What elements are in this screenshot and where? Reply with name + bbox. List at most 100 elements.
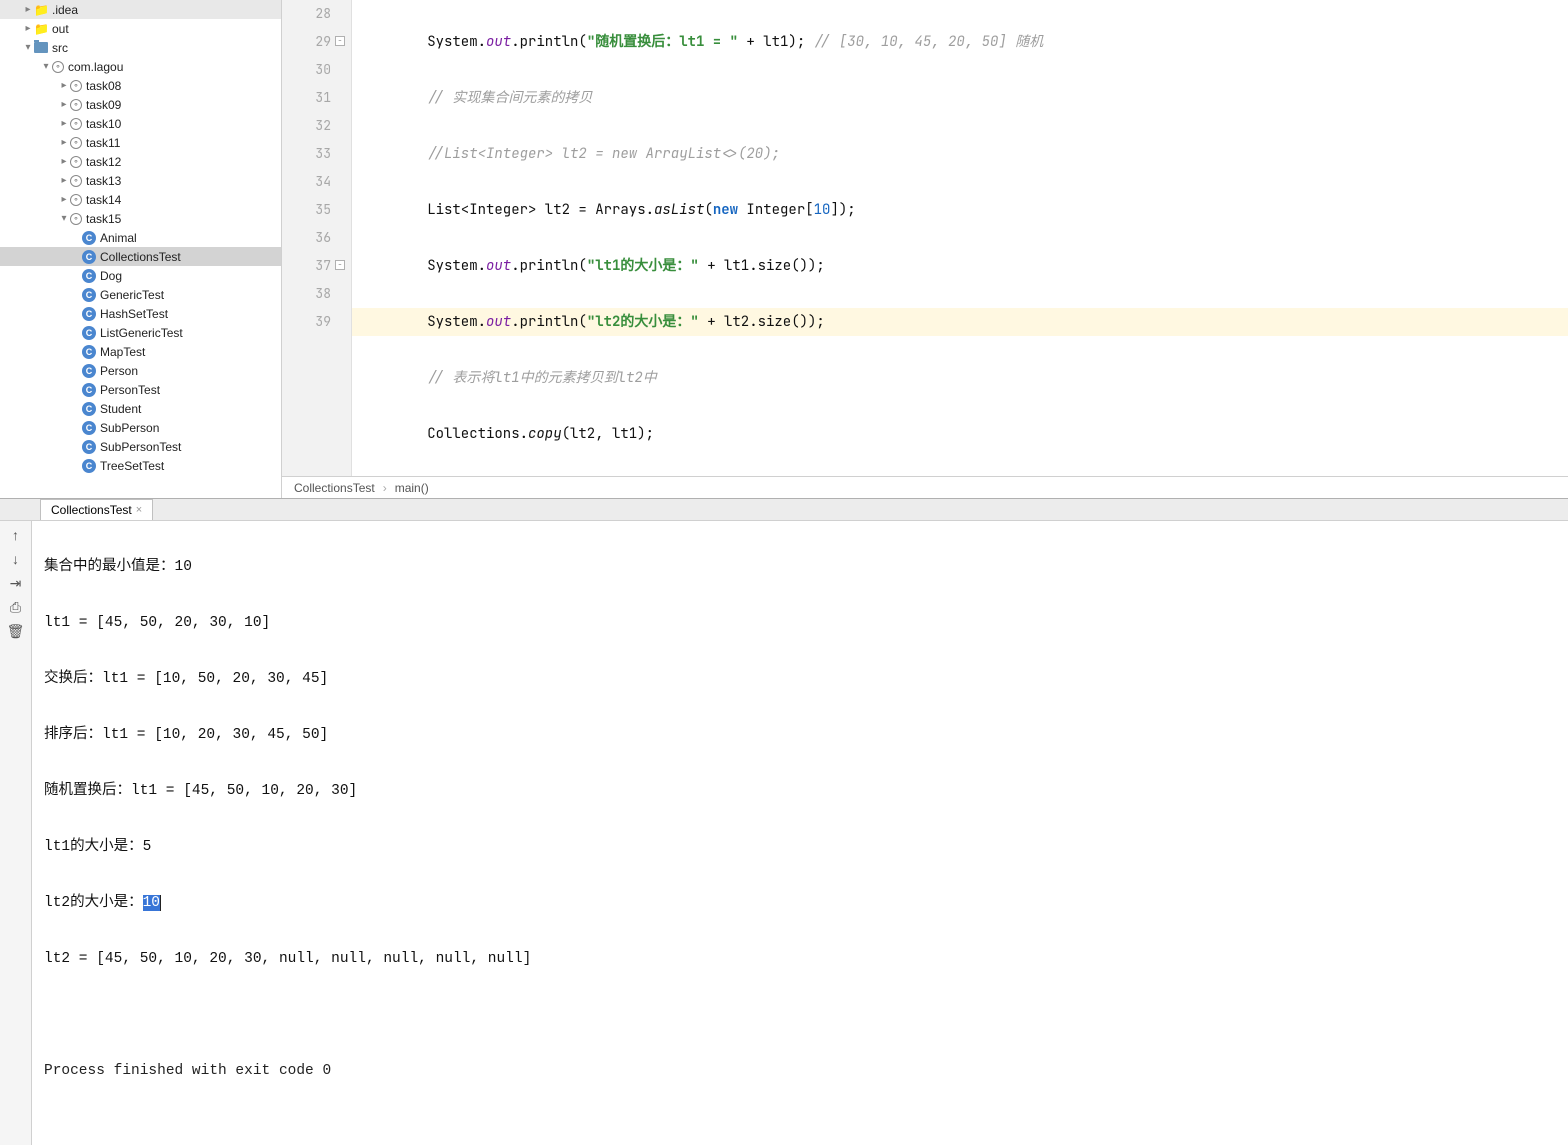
gutter-line: 32 [282,112,331,140]
class-icon [82,269,96,283]
tree-package-task13[interactable]: ▸⚬task13 [0,171,281,190]
tree-label: SubPerson [100,421,159,435]
gutter-line: 28 [282,0,331,28]
code-content[interactable]: System.out.println("随机置换后：lt1 = " + lt1)… [352,0,1568,498]
chevron-right-icon: ▸ [58,99,70,111]
class-icon [82,402,96,416]
class-icon [82,421,96,435]
tree-label: Dog [100,269,122,283]
console-line: 交换后：lt1 = [10, 50, 20, 30, 45] [44,665,1556,693]
tree-label: task09 [86,98,121,112]
tree-label: ListGenericTest [100,326,183,340]
tree-class-MapTest[interactable]: MapTest [0,342,281,361]
tree-label: SubPersonTest [100,440,181,454]
run-panel: CollectionsTest × ↑ ↓ ⇥ ⎙ 🗑 集合中的最小值是：10 … [0,498,1568,828]
gutter-line: 36 [282,224,331,252]
package-icon: ⚬ [52,61,64,73]
console-line: lt2 = [45, 50, 10, 20, 30, null, null, n… [44,945,1556,973]
tree-class-HashSetTest[interactable]: HashSetTest [0,304,281,323]
tree-class-SubPerson[interactable]: SubPerson [0,418,281,437]
tree-package-task08[interactable]: ▸⚬task08 [0,76,281,95]
package-icon: ⚬ [70,194,82,206]
tree-package-task11[interactable]: ▸⚬task11 [0,133,281,152]
tree-folder-src[interactable]: ▾ src [0,38,281,57]
gutter-line: 31 [282,84,331,112]
arrow-down-icon[interactable]: ↓ [8,551,24,567]
tree-class-PersonTest[interactable]: PersonTest [0,380,281,399]
console-line: lt1的大小是：5 [44,833,1556,861]
arrow-up-icon[interactable]: ↑ [8,527,24,543]
tree-label: task13 [86,174,121,188]
tree-label: task12 [86,155,121,169]
selected-text: 10 [143,895,160,911]
package-icon: ⚬ [70,118,82,130]
tree-package[interactable]: ▾ ⚬ com.lagou [0,57,281,76]
trash-icon[interactable]: 🗑 [8,623,24,639]
tree-label: MapTest [100,345,145,359]
tree-package-task15[interactable]: ▾⚬task15 [0,209,281,228]
console-line: 排序后：lt1 = [10, 20, 30, 45, 50] [44,721,1556,749]
text-cursor [160,895,170,911]
chevron-right-icon: › [383,481,387,495]
run-tab-label: CollectionsTest [51,503,132,517]
tree-class-ListGenericTest[interactable]: ListGenericTest [0,323,281,342]
code-editor[interactable]: 2829−3031323334353637−3839 System.out.pr… [282,0,1568,498]
tree-class-SubPersonTest[interactable]: SubPersonTest [0,437,281,456]
console-line: lt1 = [45, 50, 20, 30, 10] [44,609,1556,637]
gutter-line: 35 [282,196,331,224]
tree-class-Animal[interactable]: Animal [0,228,281,247]
console-exit-line: Process finished with exit code 0 [44,1057,1556,1085]
tree-label: .idea [52,3,78,17]
gutter-line: 37− [282,252,331,280]
run-tab[interactable]: CollectionsTest × [40,499,153,520]
tree-label: Student [100,402,141,416]
tree-class-Student[interactable]: Student [0,399,281,418]
breadcrumb-method[interactable]: main() [395,481,429,495]
project-tree[interactable]: ▸ .idea ▸ out ▾ src ▾ ⚬ com.lagou ▸⚬task… [0,0,282,498]
console-line: 随机置换后：lt1 = [45, 50, 10, 20, 30] [44,777,1556,805]
chevron-right-icon: ▸ [58,137,70,149]
tree-package-task10[interactable]: ▸⚬task10 [0,114,281,133]
tree-label: Animal [100,231,137,245]
tree-package-task12[interactable]: ▸⚬task12 [0,152,281,171]
tree-package-task14[interactable]: ▸⚬task14 [0,190,281,209]
gutter-line: 39 [282,308,331,336]
breadcrumb-class[interactable]: CollectionsTest [294,481,375,495]
package-icon: ⚬ [70,213,82,225]
class-icon [82,383,96,397]
tree-package-task09[interactable]: ▸⚬ task09 [0,95,281,114]
class-icon [82,459,96,473]
gutter-line: 33 [282,140,331,168]
folder-icon [34,3,48,17]
tree-label: GenericTest [100,288,164,302]
folder-icon [34,22,48,36]
class-icon [82,345,96,359]
tree-class-CollectionsTest[interactable]: CollectionsTest [0,247,281,266]
chevron-right-icon: ▸ [58,80,70,92]
tree-class-Dog[interactable]: Dog [0,266,281,285]
class-icon [82,250,96,264]
fold-marker-icon[interactable]: − [335,260,345,270]
soft-wrap-icon[interactable]: ⇥ [8,575,24,591]
package-icon: ⚬ [70,137,82,149]
tree-label: out [52,22,69,36]
console-output[interactable]: 集合中的最小值是：10 lt1 = [45, 50, 20, 30, 10] 交… [32,521,1568,1145]
chevron-right-icon: ▸ [22,4,34,16]
class-icon [82,440,96,454]
print-icon[interactable]: ⎙ [8,599,24,615]
tree-folder-out[interactable]: ▸ out [0,19,281,38]
gutter-line: 30 [282,56,331,84]
chevron-down-icon: ▾ [40,61,52,73]
fold-marker-icon[interactable]: − [335,36,345,46]
console-line: lt2的大小是：10 [44,889,1556,917]
class-icon [82,326,96,340]
tree-class-TreeSetTest[interactable]: TreeSetTest [0,456,281,475]
tree-class-GenericTest[interactable]: GenericTest [0,285,281,304]
tree-label: TreeSetTest [100,459,164,473]
close-icon[interactable]: × [136,504,142,516]
tree-folder-idea[interactable]: ▸ .idea [0,0,281,19]
tree-label: CollectionsTest [100,250,181,264]
tree-class-Person[interactable]: Person [0,361,281,380]
package-icon: ⚬ [70,99,82,111]
tree-label: task10 [86,117,121,131]
